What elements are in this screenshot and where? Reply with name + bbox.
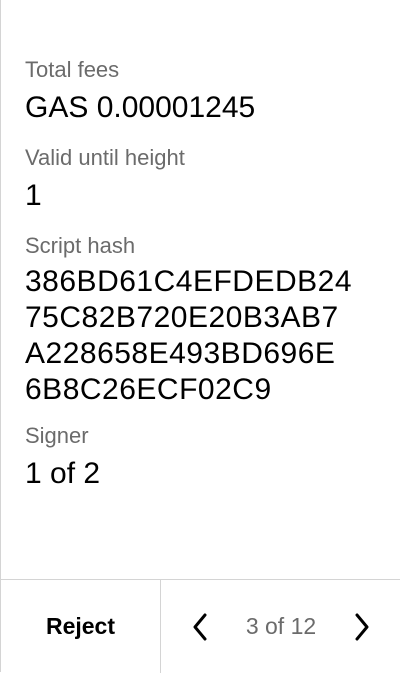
pager: 3 of 12: [161, 580, 400, 673]
script-hash-line: 6B8C26ECF02C9: [25, 373, 272, 406]
total-fees-value: GAS 0.00001245: [25, 91, 256, 124]
valid-until-height-label: Valid until height: [25, 145, 185, 170]
page-indicator: 3 of 12: [245, 613, 317, 639]
script-hash-line: 386BD61C4EFDEDB24: [25, 265, 353, 298]
chevron-right-icon[interactable]: [351, 611, 373, 643]
reject-button[interactable]: Reject: [1, 580, 161, 673]
script-hash-line: A228658E493BD696E: [25, 337, 336, 370]
script-hash-label: Script hash: [25, 233, 136, 258]
signer-label: Signer: [25, 423, 89, 448]
signer-value: 1 of 2: [25, 457, 101, 490]
chevron-left-icon[interactable]: [189, 611, 211, 643]
script-hash-line: 75C82B720E20B3AB7: [25, 301, 339, 334]
transaction-details: Total fees GAS 0.00001245 Valid until he…: [25, 56, 385, 510]
script-hash-value: 386BD61C4EFDEDB24 75C82B720E20B3AB7 A228…: [25, 264, 385, 408]
total-fees-label: Total fees: [25, 57, 120, 82]
transaction-review-screen: Total fees GAS 0.00001245 Valid until he…: [0, 0, 400, 673]
valid-until-height-value: 1: [25, 179, 42, 212]
footer-bar: Reject 3 of 12: [1, 579, 400, 673]
